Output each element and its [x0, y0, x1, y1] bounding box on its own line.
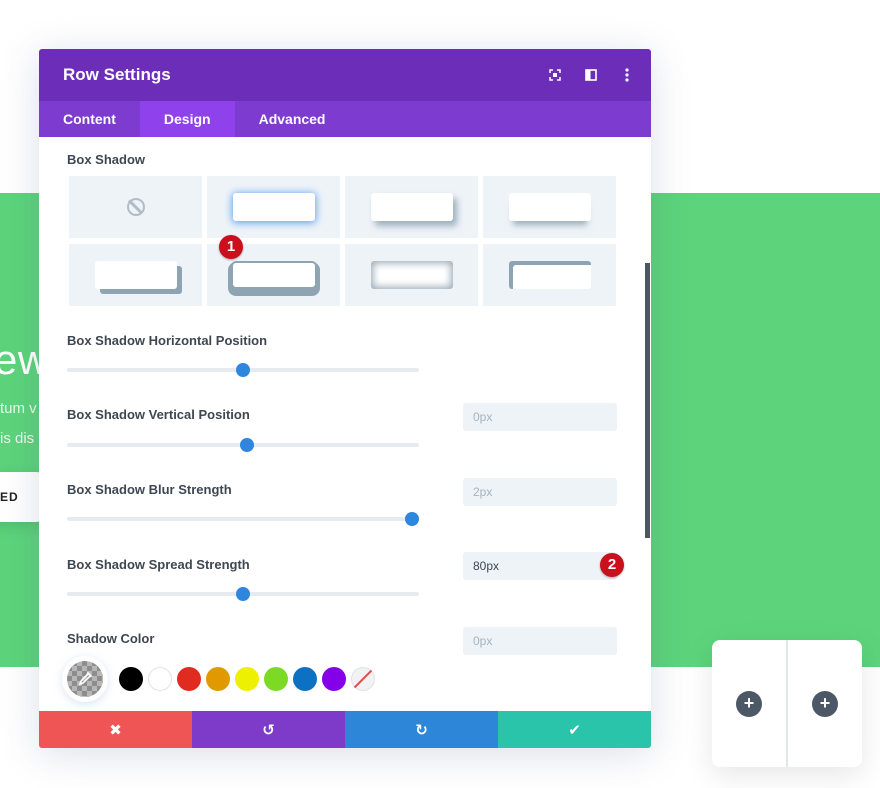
box-shadow-presets — [69, 176, 616, 306]
modal-title: Row Settings — [63, 65, 171, 84]
blur-strength-slider[interactable] — [67, 512, 419, 526]
undo-icon: ↺ — [262, 721, 275, 739]
swatch-purple[interactable] — [322, 667, 346, 691]
annotation-badge-2: 2 — [600, 553, 624, 577]
color-picker-button[interactable] — [67, 661, 103, 697]
undo-button[interactable]: ↺ — [192, 711, 345, 748]
fullscreen-icon[interactable] — [539, 59, 571, 91]
horizontal-position-slider[interactable] — [67, 363, 419, 377]
save-button[interactable]: ✔ — [498, 711, 651, 748]
spread-strength-label: Box Shadow Spread Strength — [67, 557, 250, 572]
modal-header: Row Settings — [39, 49, 651, 101]
vertical-position-label: Box Shadow Vertical Position — [67, 407, 250, 422]
vertical-position-slider[interactable] — [67, 438, 419, 452]
column-left: + — [712, 640, 786, 767]
preset-preview — [370, 261, 453, 289]
cancel-button[interactable]: ✖ — [39, 711, 192, 748]
page: ew tum v is dis ED + + Row Settings Cont… — [0, 0, 880, 788]
slider-thumb[interactable] — [405, 512, 419, 526]
preset-preview — [508, 193, 591, 221]
more-options-icon[interactable] — [611, 59, 643, 91]
preset-preview — [232, 193, 315, 221]
preset-preview — [94, 261, 177, 289]
swatch-yellow[interactable] — [235, 667, 259, 691]
close-icon: ✖ — [109, 721, 122, 739]
slider-thumb[interactable] — [236, 363, 250, 377]
redo-button[interactable]: ↻ — [345, 711, 498, 748]
column-structure-card: + + — [712, 640, 862, 767]
preset-soft-glow[interactable] — [207, 176, 340, 238]
swatch-transparent[interactable] — [351, 667, 375, 691]
modal-body: Box Shadow 1 Box Shadow Horizontal Posit… — [39, 137, 651, 711]
preset-bottom-right[interactable] — [345, 176, 478, 238]
preset-preview — [370, 193, 453, 221]
row-settings-modal: Row Settings Content Design Advanced Box… — [39, 49, 651, 748]
redo-icon: ↻ — [415, 721, 428, 739]
none-icon — [126, 198, 145, 216]
modal-tabs: Content Design Advanced — [39, 101, 651, 137]
tab-content[interactable]: Content — [39, 101, 140, 137]
section-text-line-2: is dis — [0, 430, 35, 447]
blur-strength-label: Box Shadow Blur Strength — [67, 482, 232, 497]
swatch-white[interactable] — [148, 667, 172, 691]
preset-preview — [230, 261, 317, 289]
shadow-color-label: Shadow Color — [67, 631, 155, 646]
preset-none[interactable] — [69, 176, 202, 238]
slider-thumb[interactable] — [236, 587, 250, 601]
scrollbar[interactable] — [645, 263, 650, 538]
swatch-orange[interactable] — [206, 667, 230, 691]
preset-bottom[interactable] — [483, 176, 616, 238]
preset-preview — [508, 261, 591, 289]
check-icon: ✔ — [568, 721, 581, 739]
swatch-green[interactable] — [264, 667, 288, 691]
eyedropper-icon — [78, 671, 93, 686]
preset-inset-top-left[interactable] — [483, 244, 616, 306]
preset-hard-bottom-right[interactable] — [69, 244, 202, 306]
tab-design[interactable]: Design — [139, 101, 235, 137]
add-module-button[interactable]: + — [812, 690, 838, 717]
column-right: + — [786, 640, 862, 767]
slider-thumb[interactable] — [239, 438, 254, 452]
preset-inset[interactable] — [345, 244, 478, 306]
annotation-badge-1: 1 — [219, 235, 243, 259]
spread-strength-input[interactable] — [463, 627, 617, 655]
tab-advanced[interactable]: Advanced — [235, 101, 350, 137]
swatch-black[interactable] — [119, 667, 143, 691]
swatch-blue[interactable] — [293, 667, 317, 691]
section-text-line-1: tum v — [0, 400, 37, 417]
horizontal-position-input[interactable] — [463, 403, 617, 431]
modal-footer: ✖ ↺ ↻ ✔ — [39, 711, 651, 748]
add-module-button[interactable]: + — [736, 690, 762, 717]
box-shadow-label: Box Shadow — [67, 152, 146, 167]
vertical-position-input[interactable] — [463, 478, 617, 506]
spread-strength-slider[interactable] — [67, 587, 419, 601]
color-swatches — [67, 661, 380, 697]
swatch-red[interactable] — [177, 667, 201, 691]
horizontal-position-label: Box Shadow Horizontal Position — [67, 333, 268, 348]
split-view-icon[interactable] — [575, 59, 607, 91]
blur-strength-input[interactable] — [463, 552, 617, 580]
